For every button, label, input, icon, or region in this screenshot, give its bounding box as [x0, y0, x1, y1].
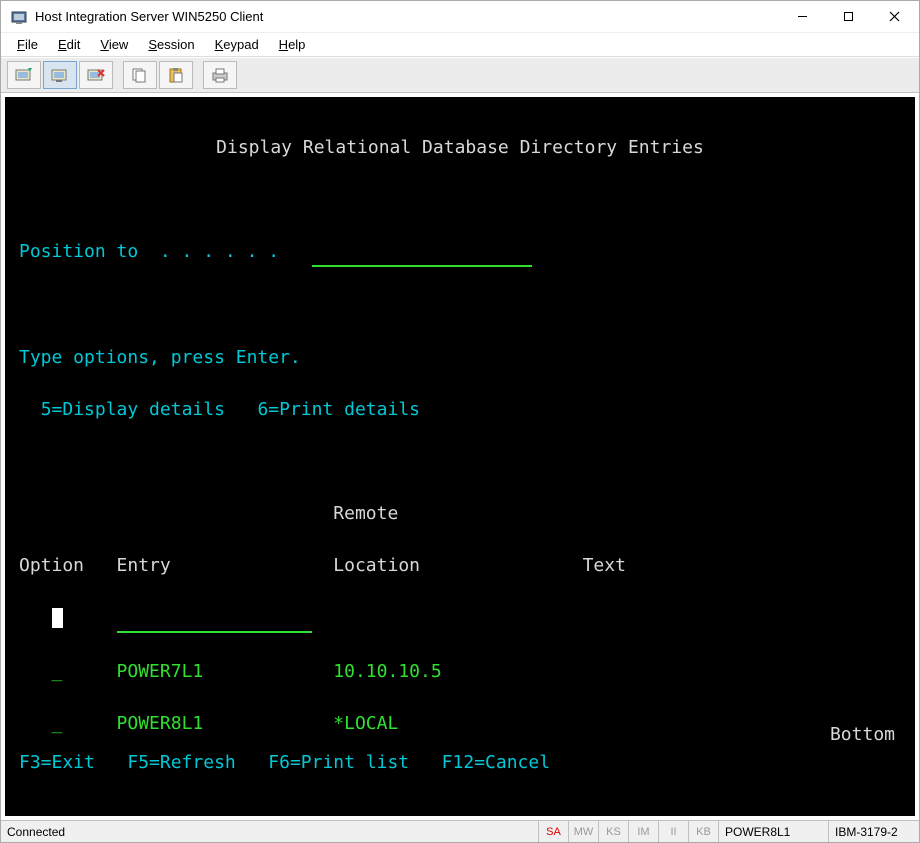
type-options-label: Type options, press Enter. — [19, 347, 301, 368]
fkey-f12: F12=Cancel — [442, 752, 550, 773]
toolbar-paste-button[interactable] — [159, 61, 193, 89]
menu-view[interactable]: View — [92, 35, 136, 54]
col-option: Option — [19, 555, 84, 576]
toolbar — [1, 57, 919, 93]
col-text: Text — [583, 555, 626, 576]
toolbar-print-button[interactable] — [203, 61, 237, 89]
menu-file-rest: ile — [25, 37, 38, 52]
status-ind-sa: SA — [539, 821, 569, 842]
fkey-f5: F5=Refresh — [127, 752, 235, 773]
status-ind-kb: KB — [689, 821, 719, 842]
close-button[interactable] — [871, 2, 917, 32]
fkey-f6: F6=Print list — [268, 752, 409, 773]
maximize-button[interactable] — [825, 2, 871, 32]
title-bar: Host Integration Server WIN5250 Client — [1, 1, 919, 33]
menu-edit[interactable]: Edit — [50, 35, 88, 54]
option-input-row2[interactable]: _ — [52, 713, 63, 734]
menu-file[interactable]: File — [9, 35, 46, 54]
window-controls — [779, 2, 917, 32]
location-row2: *LOCAL — [333, 713, 398, 734]
toolbar-btn-3[interactable] — [79, 61, 113, 89]
toolbar-btn-2[interactable] — [43, 61, 77, 89]
status-connected: Connected — [1, 821, 539, 842]
toolbar-btn-1[interactable] — [7, 61, 41, 89]
status-ind-ii: II — [659, 821, 689, 842]
status-ind-im: IM — [629, 821, 659, 842]
entry-row1: POWER7L1 — [117, 661, 204, 682]
position-to-label: Position to . . . . . . — [19, 241, 279, 262]
minimize-button[interactable] — [779, 2, 825, 32]
col-remote-1: Remote — [333, 503, 398, 524]
menu-keypad[interactable]: Keypad — [207, 35, 267, 54]
col-remote-2: Location — [333, 555, 420, 576]
app-icon — [11, 9, 27, 25]
location-row1: 10.10.10.5 — [333, 661, 441, 682]
toolbar-copy-button[interactable] — [123, 61, 157, 89]
fkey-f3: F3=Exit — [19, 752, 95, 773]
menu-help[interactable]: Help — [271, 35, 314, 54]
status-model: IBM-3179-2 — [829, 821, 919, 842]
status-ind-ks: KS — [599, 821, 629, 842]
screen-title: Display Relational Database Directory En… — [19, 135, 901, 161]
menu-bar: File Edit View Session Keypad Help — [1, 33, 919, 57]
status-system: POWER8L1 — [719, 821, 829, 842]
col-entry: Entry — [117, 555, 171, 576]
terminal-screen[interactable]: Display Relational Database Directory En… — [5, 97, 915, 816]
option-5-label: 5=Display details — [41, 399, 225, 420]
status-ind-mw: MW — [569, 821, 599, 842]
app-window: Host Integration Server WIN5250 Client F… — [0, 0, 920, 843]
status-bar: Connected SA MW KS IM II KB POWER8L1 IBM… — [1, 820, 919, 842]
list-end-indicator: Bottom — [830, 722, 895, 748]
menu-session[interactable]: Session — [140, 35, 202, 54]
option-6-label: 6=Print details — [257, 399, 420, 420]
entry-row2: POWER8L1 — [117, 713, 204, 734]
cursor — [52, 608, 63, 628]
title-text: Host Integration Server WIN5250 Client — [35, 9, 779, 24]
entry-filter-input[interactable] — [117, 605, 312, 633]
position-to-input[interactable] — [312, 239, 532, 267]
option-input-row1[interactable]: _ — [52, 661, 63, 682]
